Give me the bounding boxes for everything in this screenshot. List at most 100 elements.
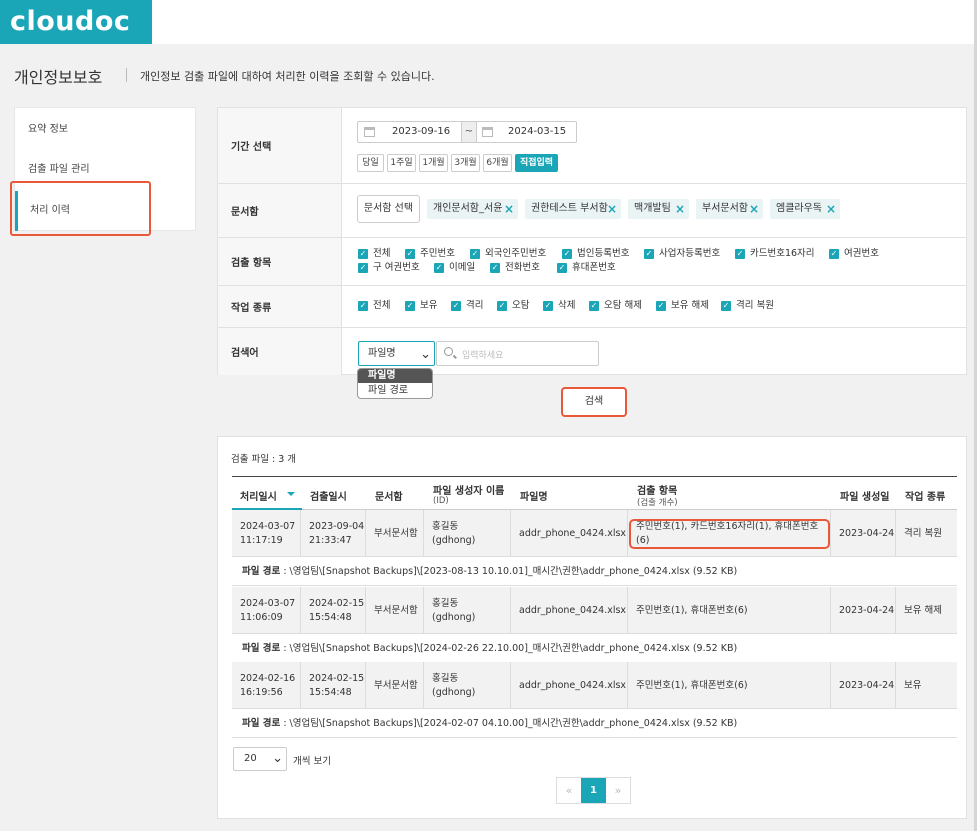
checkbox-label: 여권번호 [844, 248, 879, 259]
checkbox-label: 전화번호 [505, 262, 540, 273]
checkbox-label: 휴대폰번호 [572, 262, 616, 273]
dropdown-option-filepath[interactable]: 파일 경로 [358, 384, 432, 398]
checkbox-label: 구 여권번호 [373, 262, 420, 273]
date-range-picker: 2023-09-16 ~ 2024-03-15 [357, 121, 577, 143]
prev-page-icon[interactable]: « [557, 778, 581, 803]
table-row[interactable]: 2024-03-07 11:06:09 2024-02-15 15:54:48 … [232, 587, 957, 634]
checkbox-checked-icon: ✓ [434, 263, 444, 273]
cell-detected-at: 2024-02-15 15:54:48 [301, 587, 366, 634]
col-detected-at: 검출일시 [310, 492, 347, 503]
checkbox-checked-icon: ✓ [644, 249, 654, 259]
top-bar: cloudoc [0, 0, 977, 44]
checkbox-label: 주민번호 [420, 248, 455, 259]
file-path: : \영업팀\[Snapshot Backups]\[2024-02-26 22… [283, 643, 738, 654]
pagination: « 1 » [556, 777, 631, 804]
cell-action: 보유 [904, 679, 922, 691]
cell-folder: 부서문서함 [366, 662, 424, 709]
per-page-select[interactable]: 20 ⌄ [233, 747, 287, 771]
checkbox-checked-icon: ✓ [497, 301, 507, 311]
file-path-row: 파일 경로 : \영업팀\[Snapshot Backups]\[2023-08… [232, 558, 957, 586]
search-button[interactable]: 검색 [561, 387, 627, 417]
checkbox-checked-icon: ✓ [589, 301, 599, 311]
file-path-label: 파일 경로 [242, 643, 281, 654]
calendar-icon[interactable] [364, 127, 375, 137]
period-today-button[interactable]: 당일 [357, 154, 384, 172]
table-row[interactable]: 2024-02-16 16:19:56 2024-02-15 15:54:48 … [232, 662, 957, 709]
cell-filename: addr_phone_0424.xlsx [511, 662, 628, 709]
sidebar-item-summary[interactable]: 요약 정보 [15, 110, 195, 150]
filter-row-keyword: 검색어 파일명 ⌄ 입력하세요 [218, 328, 966, 375]
checkbox-label: 법인등록번호 [577, 248, 630, 259]
checkbox-checked-icon: ✓ [358, 249, 368, 259]
chip-label: 엠클라우독 [776, 203, 822, 214]
logo[interactable]: cloudoc [0, 0, 152, 44]
page-description: 개인정보 검출 파일에 대하여 처리한 이력을 조회할 수 있습니다. [140, 70, 435, 83]
cell-processed-at: 2024-03-07 11:06:09 [232, 587, 301, 634]
items-label: 검출 항목 [218, 238, 342, 285]
cell-created-date: 2023-04-24 [831, 587, 896, 634]
remove-chip-icon[interactable]: × [826, 199, 836, 219]
period-1month-button[interactable]: 1개월 [419, 154, 448, 172]
cell-processed-at: 2024-02-16 16:19:56 [232, 662, 301, 709]
end-date-input[interactable]: 2024-03-15 [508, 126, 566, 137]
period-label: 기간 선택 [218, 108, 342, 183]
cell-creator: 홍길동 (gdhong) [424, 587, 511, 634]
checkbox-label: 보유 [420, 300, 438, 311]
dropdown-option-filename[interactable]: 파일명 [358, 369, 432, 383]
page-1-button[interactable]: 1 [581, 778, 606, 803]
cell-detected-at: 2024-02-15 15:54:48 [301, 662, 366, 709]
checkbox-label: 외국인주민번호 [485, 248, 547, 259]
table-row[interactable]: 2024-03-07 11:17:19 2023-09-04 21:33:47 … [232, 510, 957, 557]
col-creator: 파일 생성자 이름 [433, 486, 505, 497]
cell-folder: 부서문서함 [366, 587, 424, 634]
col-filename: 파일명 [520, 492, 548, 503]
cell-items: 주민번호(1), 카드번호16자리(1), 휴대폰번호(6) [628, 510, 831, 557]
checkbox-checked-icon: ✓ [490, 263, 500, 273]
date-separator: ~ [461, 122, 477, 142]
checkbox-checked-icon: ✓ [358, 301, 368, 311]
col-items-sub: (검출 개수) [637, 498, 678, 508]
period-1week-button[interactable]: 1주일 [387, 154, 416, 172]
chevron-down-icon: ⌄ [420, 347, 431, 362]
remove-chip-icon[interactable]: × [675, 199, 685, 219]
keyword-type-select[interactable]: 파일명 ⌄ [358, 341, 435, 366]
period-6month-button[interactable]: 6개월 [483, 154, 512, 172]
chevron-down-icon: ⌄ [272, 751, 283, 766]
col-creator-sub: (ID) [433, 496, 449, 506]
select-folder-button[interactable]: 문서함 선택 [357, 195, 420, 223]
checkbox-label: 이메일 [449, 262, 476, 273]
file-path: : \영업팀\[Snapshot Backups]\[2023-08-13 10… [283, 566, 738, 577]
period-3month-button[interactable]: 3개월 [451, 154, 480, 172]
search-input[interactable]: 입력하세요 [436, 341, 599, 366]
period-custom-button[interactable]: 직접입력 [515, 154, 558, 172]
file-path-label: 파일 경로 [242, 566, 281, 577]
remove-chip-icon[interactable]: × [607, 199, 617, 219]
per-page-value: 20 [244, 753, 257, 764]
cell-action: 격리 복원 [904, 527, 942, 539]
chip-label: 부서문서함 [702, 203, 748, 214]
per-page-label: 개씩 보기 [293, 756, 331, 767]
folder-label: 문서함 [218, 184, 342, 237]
start-date-input[interactable]: 2023-09-16 [392, 126, 450, 137]
checkbox-checked-icon: ✓ [735, 249, 745, 259]
folder-chip: 부서문서함 × [696, 199, 763, 219]
file-path-label: 파일 경로 [242, 718, 281, 729]
cell-detected-at: 2023-09-04 21:33:47 [301, 510, 366, 557]
col-processed-at[interactable]: 처리일시 [240, 488, 277, 503]
filter-row-period: 기간 선택 2023-09-16 ~ 2024-03-15 당일 1주일 1개월… [218, 108, 966, 184]
remove-chip-icon[interactable]: × [504, 199, 514, 219]
checkbox-checked-icon: ✓ [557, 263, 567, 273]
sort-desc-icon[interactable] [287, 492, 295, 496]
checkbox-checked-icon: ✓ [721, 301, 731, 311]
chip-label: 권한테스트 부서함 [531, 203, 608, 214]
chip-label: 맥개발팀 [634, 203, 671, 214]
calendar-icon[interactable] [482, 127, 493, 137]
search-icon [444, 347, 453, 356]
checkbox-label: 보유 해제 [671, 300, 709, 311]
filter-row-items: 검출 항목 ✓ 전체 ✓ 주민번호 ✓ 외국인주민번호 ✓ 법인등록번호 ✓ 사업자등록번… [218, 238, 966, 286]
cell-folder: 부서문서함 [366, 510, 424, 557]
next-page-icon[interactable]: » [606, 778, 630, 803]
page-title: 개인정보보호 [14, 68, 103, 87]
remove-chip-icon[interactable]: × [749, 199, 759, 219]
results-panel: 검출 파일 : 3 개 처리일시 검출일시 문서함 파일 생성자 이름 (ID)… [217, 436, 967, 819]
